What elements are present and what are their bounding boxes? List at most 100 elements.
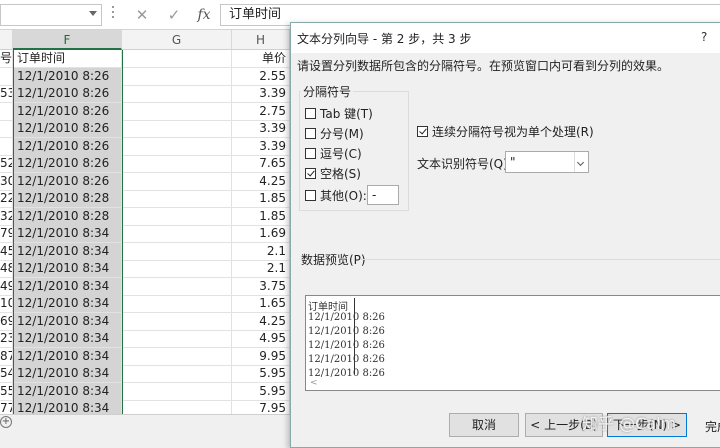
cell-unit-price[interactable]: 9.95 [232, 347, 290, 365]
cell-unit-price[interactable]: 2.1 [232, 260, 290, 277]
table-row[interactable]: 7912/1/2010 8:34 1.69 [0, 225, 290, 243]
cell-empty[interactable] [122, 365, 232, 382]
cell-row-id[interactable]: 53 [0, 85, 13, 102]
cell-empty[interactable] [122, 400, 232, 414]
cell-order-time[interactable]: 12/1/2010 8:28 [13, 190, 122, 207]
cell-order-time[interactable]: 12/1/2010 8:34 [13, 330, 122, 347]
table-row[interactable]: 1012/1/2010 8:34 1.65 [0, 295, 290, 313]
column-header-f[interactable]: F [13, 30, 122, 50]
table-row[interactable]: 5312/1/2010 8:26 3.39 [0, 85, 290, 103]
cell-row-id[interactable] [0, 102, 13, 120]
drag-handle[interactable] [112, 6, 115, 24]
preview-column-break[interactable] [354, 298, 355, 374]
cell-row-id[interactable]: 79 [0, 225, 13, 242]
table-row[interactable]: 2312/1/2010 8:34 4.95 [0, 330, 290, 348]
checkbox-box[interactable] [305, 167, 316, 179]
cell-unit-price[interactable]: 3.39 [232, 85, 290, 102]
cell-empty[interactable] [122, 225, 232, 242]
cell-order-time[interactable]: 12/1/2010 8:34 [13, 312, 122, 330]
cancel-button[interactable]: 取消 [449, 413, 519, 437]
table-row[interactable]: 3212/1/2010 8:28 1.85 [0, 207, 290, 226]
cell-order-time[interactable]: 12/1/2010 8:26 [13, 67, 122, 85]
checkbox-box[interactable] [305, 127, 316, 139]
qualifier-select[interactable]: " [505, 151, 589, 173]
cell-unit-price[interactable]: 4.25 [232, 312, 290, 330]
cell-order-time[interactable]: 12/1/2010 8:26 [13, 102, 122, 120]
cell-row-id[interactable]: 54 [0, 365, 13, 382]
cell-unit-price[interactable]: 7.65 [232, 155, 290, 172]
cell-unit-price[interactable]: 2.1 [232, 242, 290, 260]
cell-order-time[interactable]: 12/1/2010 8:34 [13, 242, 122, 260]
table-row[interactable]: 8712/1/2010 8:34 9.95 [0, 347, 290, 366]
cell-order-time[interactable]: 12/1/2010 8:26 [13, 137, 122, 155]
cell-empty[interactable] [122, 382, 232, 400]
cell-unit-price[interactable]: 2.55 [232, 67, 290, 85]
cell-row-id[interactable]: 69 [0, 312, 13, 330]
cell-row-id[interactable] [0, 67, 13, 85]
cell-order-time[interactable]: 订单时间 [13, 50, 122, 67]
tab-checkbox[interactable]: Tab 键(T) [305, 105, 373, 121]
cell-unit-price[interactable]: 3.39 [232, 120, 290, 137]
table-row[interactable]: 2212/1/2010 8:28 1.85 [0, 190, 290, 208]
cell-order-time[interactable]: 12/1/2010 8:34 [13, 382, 122, 400]
cell-row-id[interactable]: 10 [0, 295, 13, 312]
table-row[interactable]: 12/1/2010 8:26 3.39 [0, 120, 290, 138]
cell-unit-price[interactable]: 7.95 [232, 400, 290, 414]
cell-empty[interactable] [122, 277, 232, 295]
cell-order-time[interactable]: 12/1/2010 8:34 [13, 365, 122, 382]
cell-unit-price[interactable]: 4.25 [232, 172, 290, 190]
cell-order-time[interactable]: 12/1/2010 8:34 [13, 260, 122, 277]
table-row[interactable]: 4812/1/2010 8:34 2.1 [0, 260, 290, 278]
cell-order-time[interactable]: 12/1/2010 8:26 [13, 155, 122, 172]
space-checkbox[interactable]: 空格(S) [305, 165, 361, 181]
cell-order-time[interactable]: 12/1/2010 8:34 [13, 400, 122, 414]
cell-unit-price[interactable]: 1.65 [232, 295, 290, 312]
cell-row-id[interactable]: 30 [0, 172, 13, 190]
cell-unit-price[interactable]: 2.75 [232, 102, 290, 120]
column-header-a[interactable] [0, 30, 13, 50]
dialog-titlebar[interactable]: 文本分列向导 - 第 2 步，共 3 步 ? [291, 23, 720, 53]
cell-unit-price[interactable]: 5.95 [232, 365, 290, 382]
cell-empty[interactable] [122, 155, 232, 172]
cell-empty[interactable] [122, 102, 232, 120]
checkbox-box[interactable] [305, 147, 316, 159]
cell-row-id[interactable]: 49 [0, 277, 13, 295]
table-row[interactable]: 7712/1/2010 8:34 7.95 [0, 400, 290, 414]
finish-button[interactable]: 完成 [705, 418, 720, 435]
table-row[interactable]: 4512/1/2010 8:34 2.1 [0, 242, 290, 261]
cell-empty[interactable] [122, 207, 232, 225]
table-row[interactable]: 6912/1/2010 8:34 4.25 [0, 312, 290, 331]
cell-empty[interactable] [122, 172, 232, 190]
cell-empty[interactable] [122, 85, 232, 102]
spreadsheet-grid[interactable]: 号订单时间单价12/1/2010 8:262.555312/1/2010 8:2… [0, 50, 290, 414]
cell-empty[interactable] [122, 347, 232, 365]
cell-empty[interactable] [122, 120, 232, 137]
cell-row-id[interactable]: 号 [0, 50, 13, 67]
cell-row-id[interactable] [0, 120, 13, 137]
table-row[interactable]: 5412/1/2010 8:34 5.95 [0, 365, 290, 383]
chevron-down-icon[interactable] [574, 152, 588, 172]
scroll-left-icon[interactable]: < [310, 378, 318, 388]
cell-row-id[interactable]: 23 [0, 330, 13, 347]
checkbox-box[interactable] [417, 126, 428, 137]
check-icon[interactable]: ✓ [164, 5, 184, 25]
cell-order-time[interactable]: 12/1/2010 8:26 [13, 172, 122, 190]
cell-empty[interactable] [122, 67, 232, 85]
cell-unit-price[interactable]: 4.95 [232, 330, 290, 347]
cell-unit-price[interactable]: 3.75 [232, 277, 290, 295]
cell-row-id[interactable]: 45 [0, 242, 13, 260]
cell-order-time[interactable]: 12/1/2010 8:34 [13, 277, 122, 295]
data-preview[interactable]: 订单时间 12/1/2010 8:26 12/1/2010 8:26 12/1/… [305, 295, 720, 391]
cell-row-id[interactable] [0, 137, 13, 155]
help-button[interactable]: ? [701, 30, 707, 44]
cell-row-id[interactable]: 48 [0, 260, 13, 277]
cell-order-time[interactable]: 12/1/2010 8:34 [13, 225, 122, 242]
cell-order-time[interactable]: 12/1/2010 8:34 [13, 295, 122, 312]
semicolon-checkbox[interactable]: 分号(M) [305, 125, 364, 141]
cell-unit-price[interactable]: 3.39 [232, 137, 290, 155]
cell-unit-price[interactable]: 5.95 [232, 382, 290, 400]
insert-function-icon[interactable]: fx [194, 5, 214, 25]
checkbox-box[interactable] [305, 107, 316, 119]
cell-unit-price[interactable]: 1.69 [232, 225, 290, 242]
cell-empty[interactable] [122, 137, 232, 155]
